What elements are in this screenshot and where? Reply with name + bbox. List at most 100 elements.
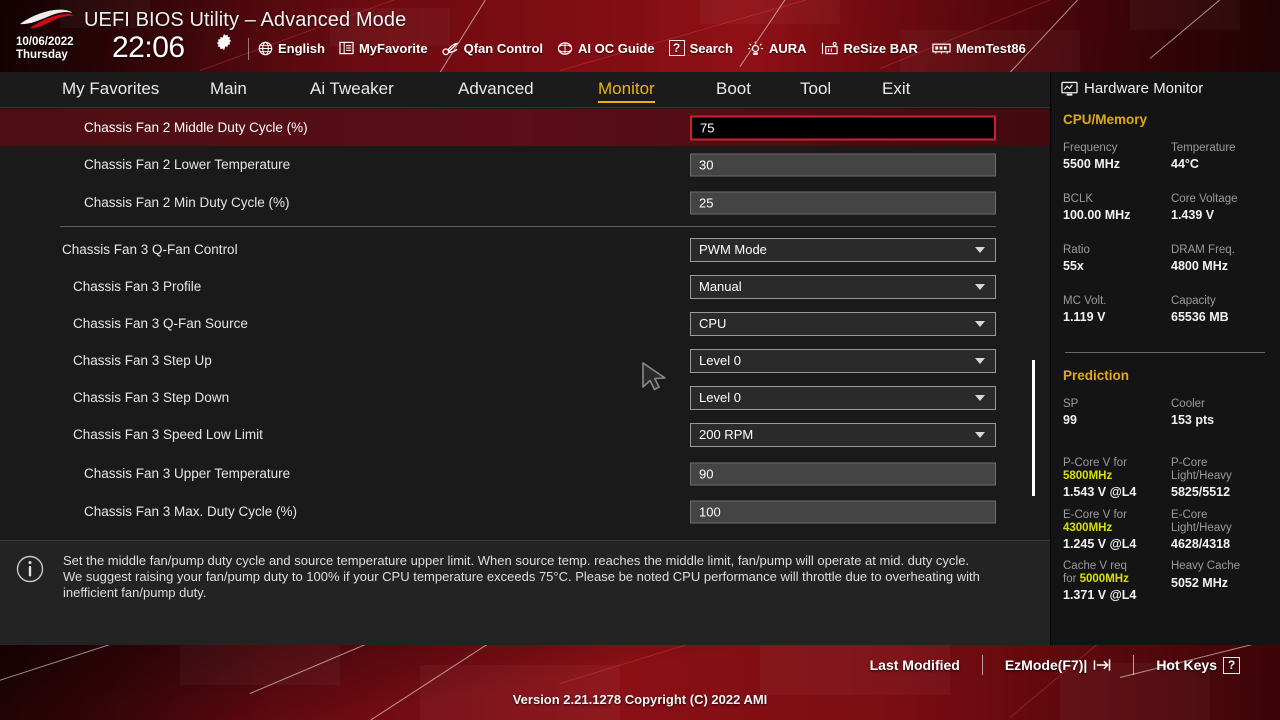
tool-aura[interactable]: AURA — [747, 41, 807, 56]
tool-label: AURA — [768, 40, 807, 56]
setting-row[interactable]: Chassis Fan 3 Speed Low Limit 200 RPM — [0, 416, 1050, 453]
sidebar-divider — [1065, 352, 1265, 353]
monitor-key: Cooler — [1171, 398, 1205, 410]
tab-monitor[interactable]: Monitor — [598, 79, 655, 103]
tab-boot[interactable]: Boot — [716, 79, 751, 101]
scrollbar-thumb[interactable] — [1032, 360, 1035, 496]
setting-input[interactable]: 75 — [690, 115, 996, 140]
setting-input[interactable]: 100 — [690, 500, 996, 523]
setting-input[interactable]: 90 — [690, 462, 996, 485]
setting-row[interactable]: Chassis Fan 3 Profile Manual — [0, 268, 1050, 305]
chevron-down-icon — [975, 246, 985, 253]
setting-row[interactable]: Chassis Fan 3 Q-Fan Source CPU — [0, 305, 1050, 342]
setting-dropdown[interactable]: Level 0 — [690, 385, 996, 410]
setting-label: Chassis Fan 3 Q-Fan Source — [73, 316, 248, 331]
chevron-down-icon — [975, 283, 985, 290]
monitor-value: 1.371 V @L4 — [1063, 588, 1137, 602]
tool-english[interactable]: English — [258, 41, 325, 56]
setting-input[interactable]: 25 — [690, 191, 996, 214]
input-value: 25 — [699, 195, 714, 210]
setting-dropdown[interactable]: Manual — [690, 274, 996, 299]
tab-tool[interactable]: Tool — [800, 79, 831, 101]
settings-list: Chassis Fan 3 Max. Duty Cycle (%) 100 Chas… — [0, 109, 1050, 538]
monitor-value: 1.439 V — [1171, 208, 1215, 222]
monitor-key: P-Core Light/Heavy — [1171, 457, 1232, 482]
hot-keys-label: Hot Keys — [1156, 657, 1217, 673]
setting-label: Chassis Fan 3 Q-Fan Control — [62, 242, 238, 257]
setting-row[interactable]: Chassis Fan 2 Min Duty Cycle (%) 25 — [0, 184, 1050, 221]
setting-label: Chassis Fan 2 Min Duty Cycle (%) — [84, 195, 290, 210]
tab-main[interactable]: Main — [210, 79, 247, 101]
setting-dropdown[interactable]: Level 0 — [690, 348, 996, 373]
sidebar-section-heading: Prediction — [1063, 368, 1130, 383]
tool-label: MemTest86 — [955, 40, 1026, 56]
setting-label: Chassis Fan 3 Speed Low Limit — [73, 427, 263, 442]
setting-input[interactable]: 30 — [690, 153, 996, 176]
setting-label: Chassis Fan 3 Profile — [73, 279, 202, 294]
chevron-down-icon — [975, 394, 985, 401]
monitor-key: Core Voltage — [1171, 193, 1238, 205]
setting-row[interactable]: Chassis Fan 3 Step Down Level 0 — [0, 379, 1050, 416]
setting-row[interactable]: Chassis Fan 3 Step Up Level 0 — [0, 342, 1050, 379]
question-key-icon: ? — [1223, 656, 1240, 674]
dropdown-value: Level 0 — [699, 390, 741, 405]
setting-row[interactable]: Chassis Fan 3 Q-Fan Control PWM Mode — [0, 231, 1050, 268]
tool-resize-bar[interactable]: ReSize BAR — [821, 41, 918, 56]
setting-row[interactable]: Chassis Fan 3 Upper Temperature 90 — [0, 455, 1050, 492]
setting-dropdown[interactable]: PWM Mode — [690, 237, 996, 262]
monitor-value: 99 — [1063, 413, 1077, 427]
monitor-icon — [1061, 81, 1078, 96]
monitor-value: 55x — [1063, 259, 1084, 273]
version-text: Version 2.21.1278 Copyright (C) 2022 AMI — [512, 692, 768, 707]
brain-icon — [557, 41, 573, 55]
setting-row[interactable]: Chassis Fan 2 Middle Duty Cycle (%) 75 — [0, 109, 1050, 146]
gear-icon[interactable] — [215, 33, 233, 51]
ezmode-button[interactable]: EzMode(F7)| — [983, 657, 1133, 673]
hardware-monitor-panel: Hardware Monitor CPU/Memory Frequency Temp… — [1050, 72, 1280, 645]
clock-text: 22:06 — [112, 31, 185, 64]
header-separator — [248, 38, 249, 60]
setting-label: Chassis Fan 3 Step Up — [73, 353, 212, 368]
dropdown-value: Manual — [699, 279, 742, 294]
tool-memtest86[interactable]: MemTest86 — [932, 41, 1026, 56]
help-panel: Set the middle fan/pump duty cycle and s… — [0, 540, 1050, 645]
monitor-key-text: Cache V req — [1063, 560, 1127, 572]
tool-qfan-control[interactable]: Qfan Control — [441, 41, 543, 56]
help-text: Set the middle fan/pump duty cycle and s… — [63, 553, 1033, 601]
monitor-value: 1.543 V @L4 — [1063, 485, 1137, 499]
monitor-key-text: P-Core V for — [1063, 457, 1127, 469]
datetime-block: 10/06/2022 Thursday — [16, 36, 74, 61]
tab-ai-tweaker[interactable]: Ai Tweaker — [310, 79, 394, 101]
rog-logo-icon — [20, 9, 73, 29]
setting-dropdown[interactable]: CPU — [690, 311, 996, 336]
monitor-key-text: for — [1063, 573, 1080, 585]
fan-icon — [441, 41, 459, 55]
monitor-key: SP — [1063, 398, 1079, 410]
arrow-exit-icon — [1094, 659, 1111, 671]
weekday-text: Thursday — [16, 48, 68, 61]
monitor-value: 65536 MB — [1171, 310, 1229, 324]
setting-dropdown[interactable]: 200 RPM — [690, 422, 996, 447]
tool-label: MyFavorite — [358, 40, 428, 56]
setting-row[interactable]: Chassis Fan 3 Max. Duty Cycle (%) 100 — [0, 493, 1050, 530]
monitor-key: Capacity — [1171, 295, 1216, 307]
tool-myfavorite[interactable]: MyFavorite — [339, 41, 428, 56]
tab-my-favorites[interactable]: My Favorites — [62, 79, 159, 101]
tool-search[interactable]: ? Search — [668, 40, 733, 56]
tab-exit[interactable]: Exit — [882, 79, 910, 101]
monitor-key: BCLK — [1063, 193, 1094, 205]
dropdown-value: 200 RPM — [699, 427, 754, 442]
tool-label: Search — [689, 40, 733, 56]
monitor-key: E-Core V for 4300MHz — [1063, 509, 1163, 535]
info-icon — [16, 555, 44, 583]
setting-row[interactable]: Chassis Fan 2 Lower Temperature 30 — [0, 146, 1050, 183]
tool-ai-oc-guide[interactable]: AI OC Guide — [557, 41, 655, 56]
setting-label: Chassis Fan 3 Step Down — [73, 390, 230, 405]
tab-advanced[interactable]: Advanced — [458, 79, 534, 101]
lightbulb-icon — [747, 41, 763, 55]
hot-keys-button[interactable]: Hot Keys ? — [1134, 656, 1262, 674]
last-modified-button[interactable]: Last Modified — [848, 657, 982, 673]
input-value: 30 — [699, 157, 714, 172]
ezmode-label: EzMode(F7)| — [1004, 657, 1088, 673]
monitor-value: 153 pts — [1171, 413, 1215, 427]
